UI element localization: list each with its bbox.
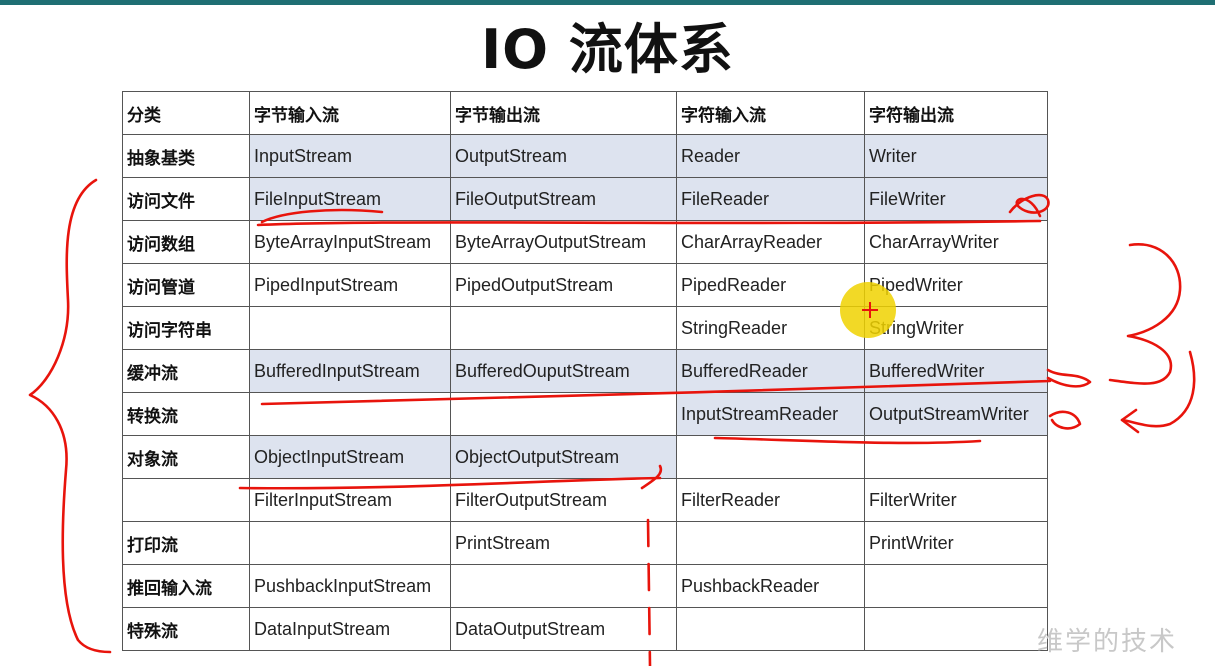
table-cell: PushbackReader [676, 564, 865, 608]
watermark-text: 维学的技术 [1036, 627, 1177, 657]
table-row: 抽象基类 InputStream OutputStream Reader Wri… [122, 134, 1048, 178]
table-cell: BufferedWriter [864, 349, 1048, 393]
table-cell: ByteArrayInputStream [249, 220, 451, 264]
row-category: 特殊流 [122, 607, 250, 651]
table-cell [450, 392, 677, 436]
table-row: 打印流 PrintStream PrintWriter [122, 521, 1048, 565]
table-cell: FilterOutputStream [450, 478, 677, 522]
annotation-convert-arrowhead [1048, 410, 1082, 430]
table-row: 访问管道 PipedInputStream PipedOutputStream … [122, 263, 1048, 307]
table-cell: OutputStreamWriter [864, 392, 1048, 436]
annotation-right-arrow [1120, 350, 1196, 428]
row-category: 访问数组 [122, 220, 250, 264]
table-row: 访问字符串 StringReader StringWriter [122, 306, 1048, 350]
table-cell: BufferedReader [676, 349, 865, 393]
table-cell: DataInputStream [249, 607, 451, 651]
table-cell: ObjectInputStream [249, 435, 451, 479]
table-cell: FileReader [676, 177, 865, 221]
table-row: 缓冲流 BufferedInputStream BufferedOuputStr… [122, 349, 1048, 393]
table-row: FilterInputStream FilterOutputStream Fil… [122, 478, 1048, 522]
table-cell: FilterReader [676, 478, 865, 522]
row-category: 对象流 [122, 435, 250, 479]
column-header: 分类 [122, 91, 250, 135]
io-stream-table: 分类 字节输入流 字节输出流 字符输入流 字符输出流 抽象基类 InputStr… [122, 91, 1048, 651]
table-cell: FileInputStream [249, 177, 451, 221]
row-category: 访问字符串 [122, 306, 250, 350]
column-header: 字符输出流 [864, 91, 1048, 135]
table-cell: PipedInputStream [249, 263, 451, 307]
table-row: 对象流 ObjectInputStream ObjectOutputStream [122, 435, 1048, 479]
row-category: 访问文件 [122, 177, 250, 221]
table-cell: Reader [676, 134, 865, 178]
annotation-right-arrow-head [1120, 408, 1140, 434]
top-accent-bar [0, 0, 1215, 5]
table-header-row: 分类 字节输入流 字节输出流 字符输入流 字符输出流 [122, 91, 1048, 135]
table-cell: ObjectOutputStream [450, 435, 677, 479]
row-category: 推回输入流 [122, 564, 250, 608]
column-header: 字节输出流 [450, 91, 677, 135]
table-cell: PrintWriter [864, 521, 1048, 565]
table-cell [864, 564, 1048, 608]
table-cell [249, 306, 451, 350]
row-category: 转换流 [122, 392, 250, 436]
table-cell [450, 564, 677, 608]
annotation-left-brace [28, 178, 112, 654]
table-cell: BufferedOuputStream [450, 349, 677, 393]
table-row: 访问文件 FileInputStream FileOutputStream Fi… [122, 177, 1048, 221]
table-cell: BufferedInputStream [249, 349, 451, 393]
table-cell: CharArrayReader [676, 220, 865, 264]
table-row: 特殊流 DataInputStream DataOutputStream [122, 607, 1048, 651]
annotation-buffered-arrowhead [1046, 368, 1092, 388]
page-title: IO 流体系 [481, 18, 734, 81]
table-cell: ByteArrayOutputStream [450, 220, 677, 264]
table-cell: PipedOutputStream [450, 263, 677, 307]
table-cell: OutputStream [450, 134, 677, 178]
pointer-highlight-dot [840, 282, 896, 338]
table-cell [676, 435, 865, 479]
table-row: 转换流 InputStreamReader OutputStreamWriter [122, 392, 1048, 436]
table-cell: DataOutputStream [450, 607, 677, 651]
table-cell: InputStream [249, 134, 451, 178]
column-header: 字节输入流 [249, 91, 451, 135]
table-row: 访问数组 ByteArrayInputStream ByteArrayOutpu… [122, 220, 1048, 264]
table-cell: FilterWriter [864, 478, 1048, 522]
table-cell: FileWriter [864, 177, 1048, 221]
row-category: 访问管道 [122, 263, 250, 307]
table-cell [450, 306, 677, 350]
table-cell: CharArrayWriter [864, 220, 1048, 264]
row-category: 抽象基类 [122, 134, 250, 178]
table-cell: Writer [864, 134, 1048, 178]
table-cell [676, 607, 865, 651]
row-category: 打印流 [122, 521, 250, 565]
table-cell: InputStreamReader [676, 392, 865, 436]
table-row: 推回输入流 PushbackInputStream PushbackReader [122, 564, 1048, 608]
table-cell: StringReader [676, 306, 865, 350]
table-cell: FilterInputStream [249, 478, 451, 522]
row-category: 缓冲流 [122, 349, 250, 393]
table-cell: FileOutputStream [450, 177, 677, 221]
table-cell [249, 521, 451, 565]
table-cell [249, 392, 451, 436]
column-header: 字符输入流 [676, 91, 865, 135]
table-cell [864, 607, 1048, 651]
annotation-right-brace [1108, 242, 1182, 385]
table-cell [676, 521, 865, 565]
table-cell [864, 435, 1048, 479]
row-category [122, 478, 250, 522]
table-cell: PipedReader [676, 263, 865, 307]
table-cell: PushbackInputStream [249, 564, 451, 608]
table-cell: PrintStream [450, 521, 677, 565]
